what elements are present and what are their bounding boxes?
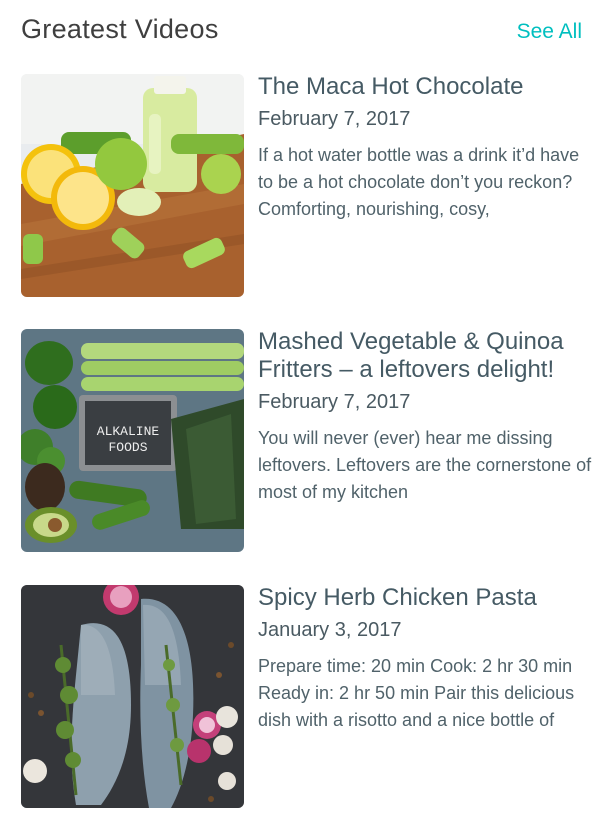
video-title[interactable]: The Maca Hot Chocolate xyxy=(258,73,598,101)
video-date: February 7, 2017 xyxy=(258,108,411,130)
video-excerpt: Prepare time: 20 min Cook: 2 hr 30 min R… xyxy=(258,656,575,730)
section-title: Greatest Videos xyxy=(21,14,219,44)
video-thumbnail[interactable]: ALKALINE FOODS xyxy=(21,329,244,552)
video-info: Mashed Vegetable & Quinoa Fritters – a l… xyxy=(258,328,598,506)
video-date: January 3, 2017 xyxy=(258,619,402,641)
see-all-link[interactable]: See All xyxy=(517,20,582,44)
board-text-line-2: FOODS xyxy=(108,440,147,455)
video-info: Spicy Herb Chicken Pasta January 3, 2017… xyxy=(258,584,598,734)
video-title[interactable]: Mashed Vegetable & Quinoa Fritters – a l… xyxy=(258,328,598,384)
video-thumbnail[interactable] xyxy=(21,74,244,297)
board-text-line-1: ALKALINE xyxy=(97,424,160,439)
video-title[interactable]: Spicy Herb Chicken Pasta xyxy=(258,584,598,612)
video-thumbnail[interactable] xyxy=(21,585,244,808)
video-info: The Maca Hot Chocolate February 7, 2017 … xyxy=(258,73,598,223)
video-date: February 7, 2017 xyxy=(258,391,411,413)
video-card[interactable]: Spicy Herb Chicken Pasta January 3, 2017… xyxy=(21,584,591,808)
video-excerpt: If a hot water bottle was a drink it’d h… xyxy=(258,145,580,219)
video-card[interactable]: ALKALINE FOODS Mashed Vegetable & Quinoa… xyxy=(21,328,591,552)
section-header: Greatest Videos See All xyxy=(0,0,604,66)
video-excerpt: You will never (ever) hear me dissing le… xyxy=(258,428,592,502)
video-card[interactable]: The Maca Hot Chocolate February 7, 2017 … xyxy=(21,73,591,297)
